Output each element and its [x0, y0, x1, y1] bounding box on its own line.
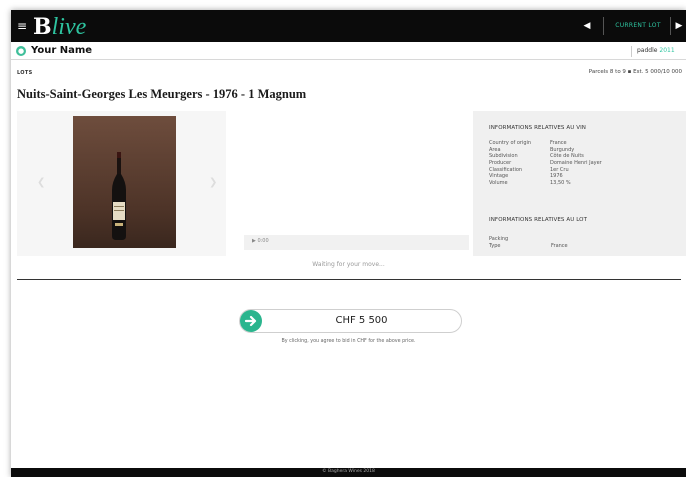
lot-info-list: Packing Type France	[489, 236, 669, 249]
user-icon: ●	[16, 46, 26, 56]
info-row-value: France	[550, 140, 567, 146]
info-row-value: Domaine Henri Jayer	[550, 160, 602, 167]
bid-button[interactable]: CHF 5 500	[239, 309, 462, 333]
gallery-prev-icon[interactable]: ❮	[37, 177, 45, 188]
caret-left-icon[interactable]: ◀	[579, 18, 595, 34]
paddle-value: 2011	[659, 47, 675, 54]
info-row-key: Country of origin	[489, 140, 532, 146]
info-row: Packing	[489, 236, 669, 243]
logo-mark: B	[33, 14, 52, 40]
user-name[interactable]: Your Name	[31, 44, 92, 58]
app-frame: ≡ Blive ◀ CURRENT LOT ▶ ● Your Name padd…	[11, 10, 686, 477]
bid-amount: CHF 5 500	[335, 315, 388, 326]
wine-info-panel: INFORMATIONS RELATIVES AU VIN Country of…	[473, 111, 686, 256]
wine-info-heading: INFORMATIONS RELATIVES AU VIN	[489, 125, 587, 131]
info-row: Vintage 1976	[489, 173, 669, 180]
info-row-value: 1976	[550, 173, 563, 180]
caret-right-icon[interactable]: ▶	[673, 18, 685, 34]
app-logo[interactable]: Blive	[33, 14, 86, 40]
info-row: Subdivision Côte de Nuits	[489, 153, 669, 160]
bid-disclaimer: By clicking, you agree to bid in CHF for…	[281, 339, 416, 344]
info-row: Volume 13,50 %	[489, 180, 669, 187]
current-lot-button[interactable]: CURRENT LOT	[609, 19, 667, 33]
user-bar: ● Your Name paddle 2011	[11, 42, 686, 60]
section-divider	[17, 279, 681, 280]
paddle-divider	[631, 46, 632, 57]
footer-copyright: © Baghera Wines 2018	[322, 469, 375, 474]
video-time: ▶ 0:00	[252, 238, 269, 244]
lot-title: Nuits-Saint-Georges Les Meurgers - 1976 …	[17, 87, 307, 101]
info-row: Country of origin France	[489, 140, 669, 147]
footer-bar: © Baghera Wines 2018	[11, 468, 686, 477]
bottle-illustration	[112, 152, 126, 240]
nav-divider	[603, 17, 604, 35]
info-row-value: Côte de Nuits	[550, 153, 584, 160]
waiting-status: Waiting for your move...	[312, 261, 385, 268]
lot-image-gallery: ❮ ❯	[17, 111, 226, 256]
info-row-key: Packing	[489, 236, 509, 242]
video-player-bar[interactable]: ▶ 0:00	[244, 235, 469, 250]
wine-bottle-image	[73, 116, 176, 248]
info-row-key: Subdivision	[489, 153, 518, 160]
lot-estimate: Parcels 8 to 9 ▪ Est. 5 000/10 000	[588, 69, 682, 75]
info-row: Producer Domaine Henri Jayer	[489, 160, 669, 167]
nav-divider	[670, 17, 671, 35]
info-row-key: Classification	[489, 166, 523, 173]
lots-section-label: LOTS	[17, 70, 33, 76]
logo-wordmark: live	[51, 14, 87, 40]
gallery-next-icon[interactable]: ❯	[209, 177, 217, 188]
hamburger-icon[interactable]: ≡	[17, 19, 29, 33]
arrow-right-glyph	[244, 315, 257, 327]
video-time-value: 0:00	[257, 238, 269, 244]
info-row: Classification 1er Cru	[489, 167, 669, 174]
info-row-value: 1er Cru	[550, 166, 569, 173]
wine-info-list: Country of origin France Area Burgundy Subdi…	[489, 140, 669, 187]
info-row-key: Area	[489, 146, 501, 153]
paddle-number: paddle 2011	[637, 45, 675, 57]
info-row-value: 13,50 %	[550, 180, 571, 187]
info-row-key: Type	[489, 242, 501, 249]
info-row-value: France	[551, 242, 568, 249]
lot-info-heading: INFORMATIONS RELATIVES AU LOT	[489, 217, 588, 223]
info-row-key: Vintage	[489, 173, 509, 180]
arrow-right-icon[interactable]	[240, 310, 262, 332]
info-row-key: Volume	[489, 180, 508, 187]
top-navigation-bar: ≡ Blive ◀ CURRENT LOT ▶	[11, 10, 686, 42]
paddle-label: paddle	[637, 47, 658, 54]
info-row: Type France	[489, 243, 669, 250]
info-row-key: Producer	[489, 160, 512, 167]
